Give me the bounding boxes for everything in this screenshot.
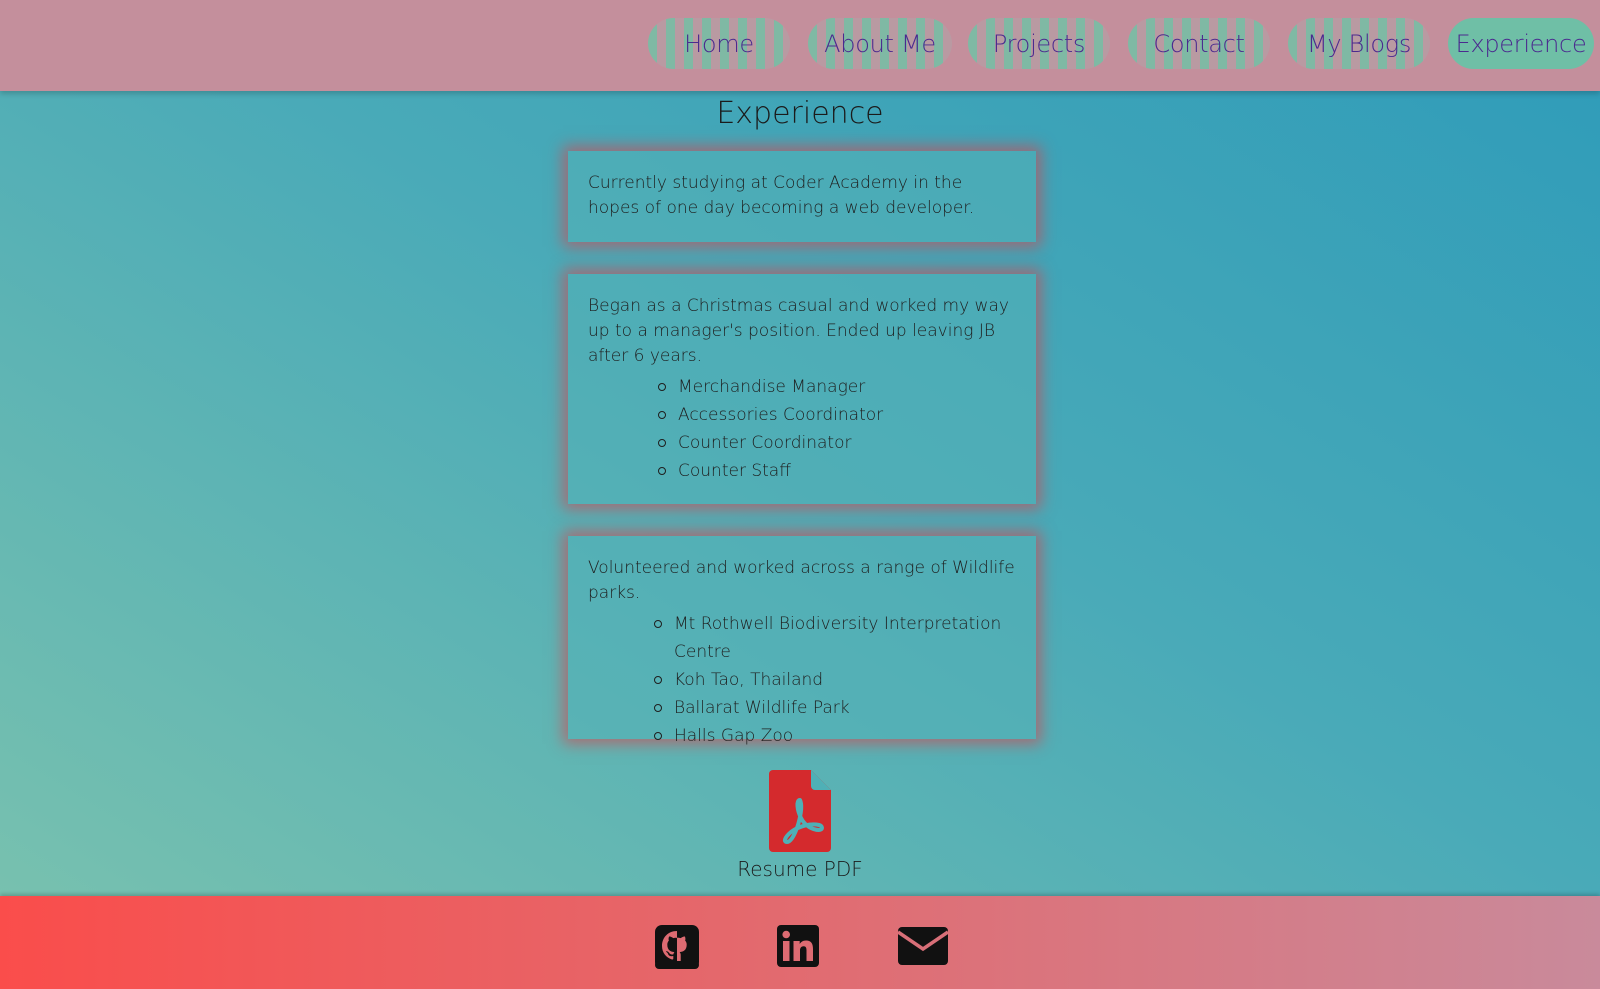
nav-about-me[interactable]: About Me bbox=[808, 18, 952, 69]
card-description: Began as a Christmas casual and worked m… bbox=[588, 296, 1009, 366]
nav-my-blogs[interactable]: My Blogs bbox=[1288, 18, 1430, 69]
list-item: Accessories Coordinator bbox=[658, 401, 1016, 429]
list-item: Mt Rothwell Biodiversity Interpretation … bbox=[654, 610, 1016, 666]
list-item: Halls Gap Zoo bbox=[654, 722, 1016, 750]
nav-experience-label: Experience bbox=[1455, 29, 1587, 58]
list-item: Counter Coordinator bbox=[658, 429, 1016, 457]
experience-card-wildlife: Volunteered and worked across a range of… bbox=[568, 536, 1036, 746]
card-description: Currently studying at Coder Academy in t… bbox=[588, 173, 975, 218]
nav-home[interactable]: Home bbox=[648, 18, 790, 69]
experience-card-jb: Began as a Christmas casual and worked m… bbox=[568, 274, 1036, 504]
top-navbar: Home About Me Projects Contact My Blogs … bbox=[0, 0, 1600, 91]
nav-contact[interactable]: Contact bbox=[1128, 18, 1270, 69]
experience-card-coder-academy: Currently studying at Coder Academy in t… bbox=[568, 151, 1036, 242]
github-icon[interactable] bbox=[655, 925, 699, 969]
list-item: Ballarat Wildlife Park bbox=[654, 694, 1016, 722]
list-item: Counter Staff bbox=[658, 457, 1016, 485]
card-description: Volunteered and worked across a range of… bbox=[588, 558, 1015, 603]
nav-home-label: Home bbox=[684, 29, 754, 58]
list-item: Koh Tao, Thailand bbox=[654, 666, 1016, 694]
nav-experience[interactable]: Experience bbox=[1448, 18, 1594, 69]
nav-contact-label: Contact bbox=[1153, 29, 1245, 58]
pdf-file-icon[interactable] bbox=[769, 770, 831, 852]
nav-my-blogs-label: My Blogs bbox=[1306, 29, 1412, 58]
footer bbox=[0, 896, 1600, 989]
nav-projects[interactable]: Projects bbox=[968, 18, 1110, 69]
linkedin-icon[interactable] bbox=[777, 925, 819, 967]
role-list: Merchandise Manager Accessories Coordina… bbox=[588, 373, 1016, 485]
envelope-icon[interactable] bbox=[898, 927, 948, 965]
nav-about-me-label: About Me bbox=[824, 29, 936, 58]
nav-projects-label: Projects bbox=[992, 29, 1086, 58]
park-list: Mt Rothwell Biodiversity Interpretation … bbox=[588, 610, 1016, 750]
page-title: Experience bbox=[716, 96, 884, 131]
resume-label[interactable]: Resume PDF bbox=[0, 856, 1600, 882]
list-item: Merchandise Manager bbox=[658, 373, 1016, 401]
resume-link[interactable]: Resume PDF bbox=[0, 770, 1600, 882]
